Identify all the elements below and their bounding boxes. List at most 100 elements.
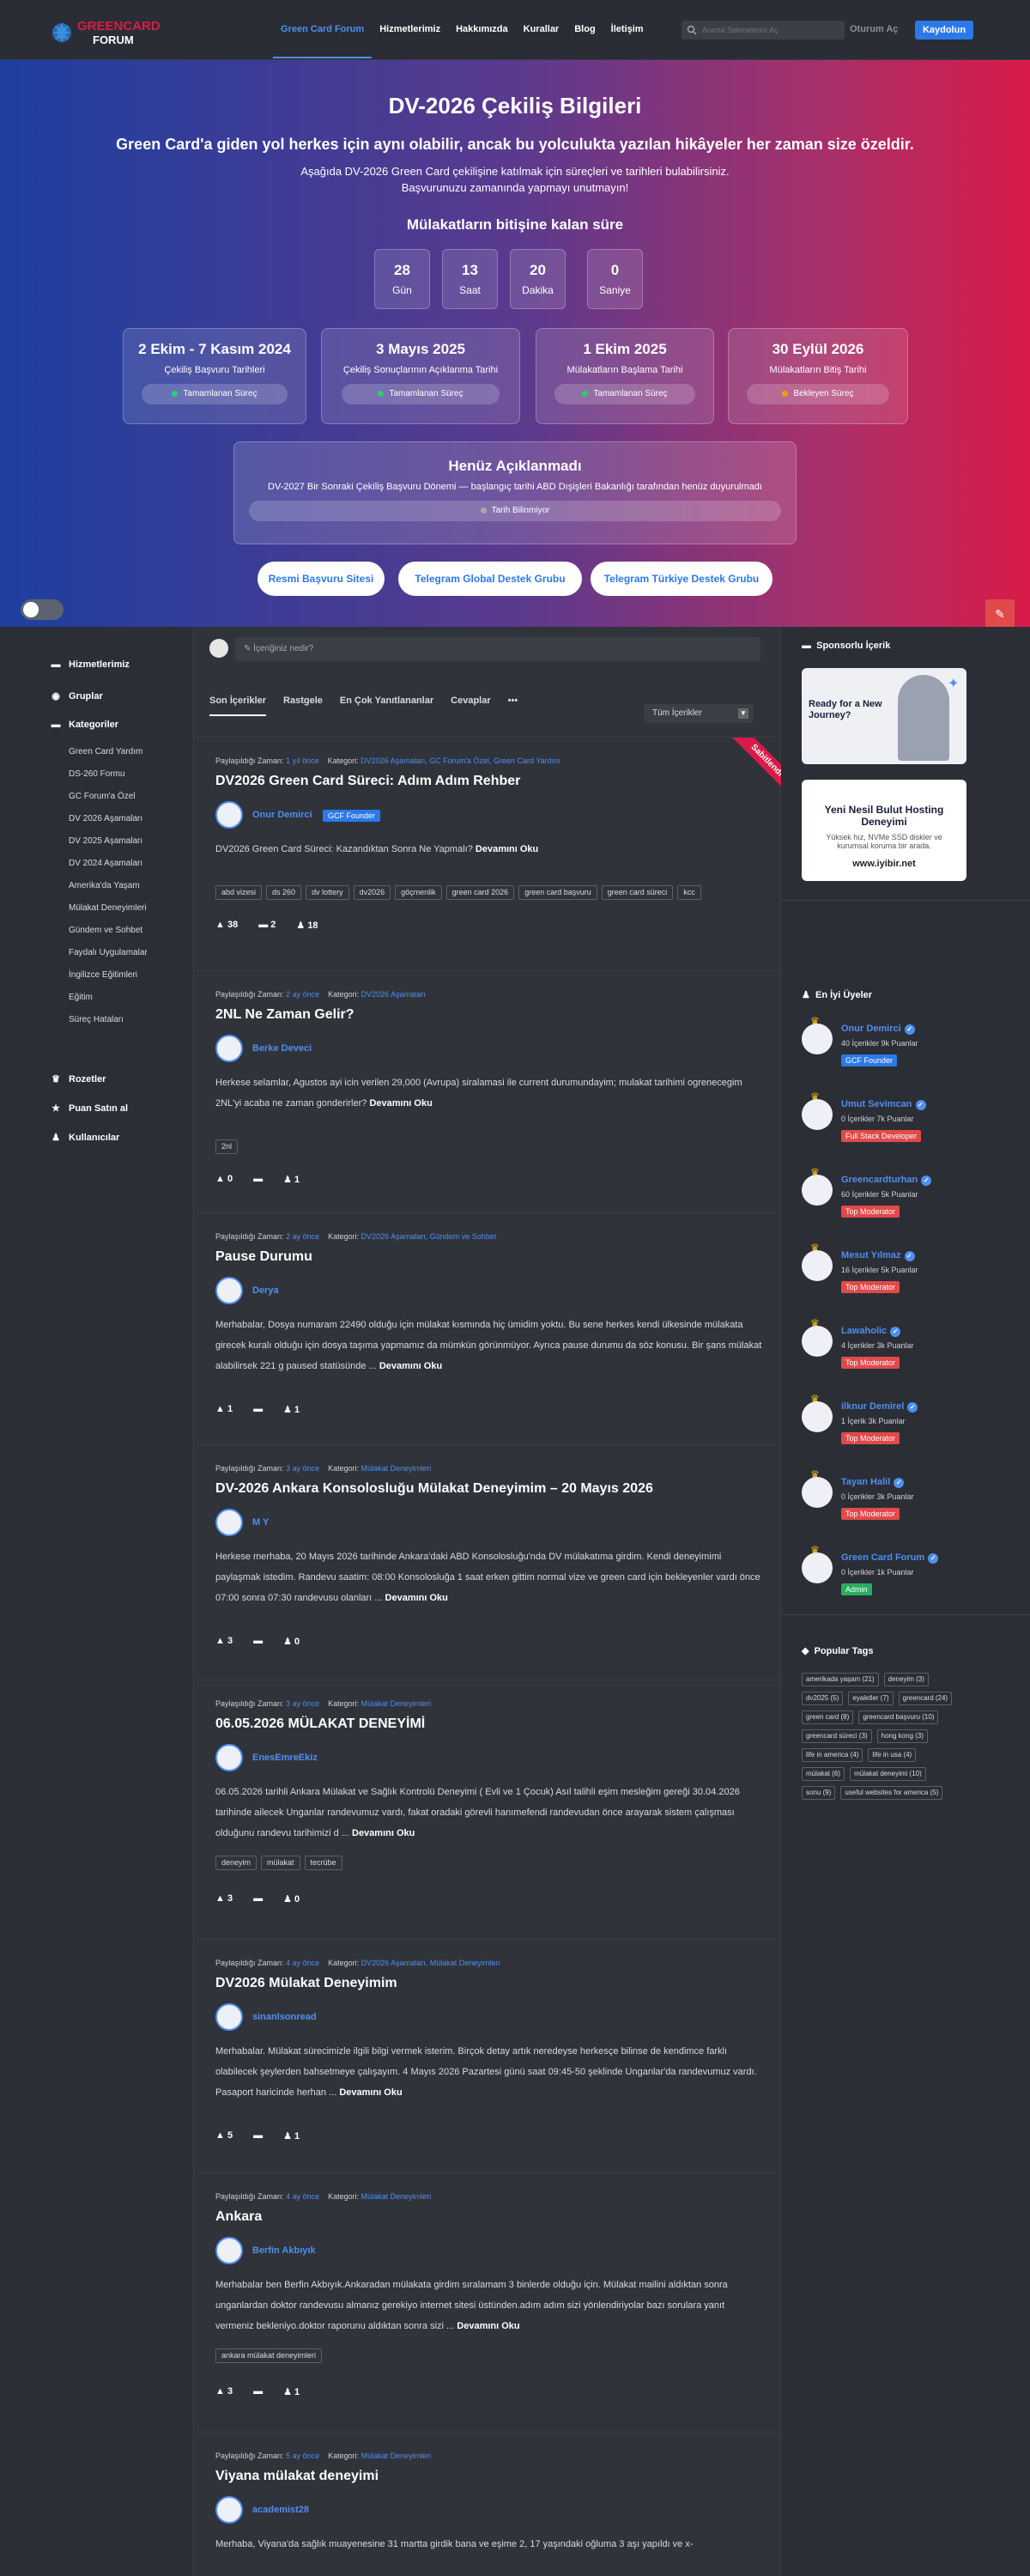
tag[interactable]: ds 260 — [266, 885, 302, 900]
vote-count[interactable]: ▲ 5 — [215, 2130, 233, 2142]
post-author[interactable]: EnesEmreEkiz — [252, 1753, 318, 1763]
post-title[interactable]: 06.05.2026 MÜLAKAT DENEYİMİ — [215, 1716, 425, 1732]
popular-tag[interactable]: greencard (24) — [898, 1692, 953, 1705]
avatar[interactable] — [215, 2003, 243, 2031]
category-green-card-yardim[interactable]: Green Card Yardım — [69, 747, 142, 756]
login-link[interactable]: Oturum Aç — [850, 24, 898, 34]
sponsored-ad-1[interactable]: Ready for a New Journey? ✦ — [802, 668, 966, 764]
vote-count[interactable]: ▲ 3 — [215, 2386, 233, 2397]
menu-gruplar[interactable]: ◉ Gruplar — [50, 690, 103, 702]
tab-more[interactable]: ••• — [508, 696, 518, 716]
read-more-link[interactable]: Devamını Oku — [339, 2087, 402, 2098]
popular-tag[interactable]: eyaletler (7) — [848, 1692, 894, 1705]
telegram-turkey-button[interactable]: Telegram Türkiye Destek Grubu — [591, 562, 772, 596]
menu-hizmetlerimiz[interactable]: ▬ Hizmetlerimiz — [50, 659, 130, 670]
menu-kategoriler[interactable]: ▬ Kategoriler — [50, 720, 119, 730]
tag[interactable]: kcc — [677, 885, 701, 900]
tag[interactable]: tecrübe — [304, 1856, 342, 1870]
avatar[interactable] — [215, 1509, 243, 1536]
popular-tag[interactable]: deneyim (3) — [883, 1673, 929, 1686]
read-more-link[interactable]: Devamını Oku — [352, 1828, 415, 1838]
tag[interactable]: mülakat — [261, 1856, 300, 1870]
tag[interactable]: 2nl — [215, 1139, 239, 1154]
telegram-global-button[interactable]: Telegram Global Destek Grubu — [398, 562, 582, 596]
menu-rozetler[interactable]: ♛ Rozetler — [50, 1073, 106, 1084]
tab-rastgele[interactable]: Rastgele — [283, 696, 323, 716]
popular-tag[interactable]: life in usa (4) — [868, 1748, 917, 1762]
top-user[interactable]: ♛ Greencardturhan ✓ 60 İçerikler 5k Puanlar… — [802, 1166, 1008, 1226]
popular-tag[interactable]: dv2025 (5) — [802, 1692, 844, 1705]
popular-tag[interactable]: green card (8) — [802, 1710, 854, 1724]
content-filter-select[interactable]: Tüm İçerikler ▼ — [644, 704, 754, 723]
read-more-link[interactable]: Devamını Oku — [369, 1098, 432, 1109]
avatar[interactable] — [215, 801, 243, 829]
pencil-icon[interactable]: ✎ — [985, 599, 1015, 629]
post-author[interactable]: Berke Deveci — [252, 1043, 312, 1054]
nav-green-card-forum[interactable]: Green Card Forum — [273, 0, 373, 58]
post-title[interactable]: DV2026 Green Card Süreci: Adım Adım Rehb… — [215, 774, 520, 789]
nav-hakkimizda[interactable]: Hakkımızda — [448, 0, 516, 58]
nav-hizmetlerimiz[interactable]: Hizmetlerimiz — [372, 0, 448, 58]
top-user[interactable]: ♛ ilknur Demirel ✓ 1 İçerik 3k Puanlar Top M… — [802, 1393, 1008, 1453]
top-user[interactable]: ♛ Green Card Forum ✓ 0 İçerikler 1k Puanlar… — [802, 1544, 1008, 1604]
avatar[interactable] — [215, 2496, 243, 2524]
post-author[interactable]: academist28 — [252, 2505, 309, 2515]
nav-iletisim[interactable]: İletişim — [603, 0, 651, 58]
popular-tag[interactable]: mülakat (6) — [802, 1767, 845, 1781]
post-title[interactable]: Ankara — [215, 2209, 262, 2225]
tag[interactable]: dv lottery — [306, 885, 349, 900]
popular-tag[interactable]: greencard başvuru (10) — [858, 1710, 939, 1724]
tag[interactable]: green card 2026 — [445, 885, 515, 900]
tab-son-icerikler[interactable]: Son İçerikler — [209, 696, 267, 716]
post-title[interactable]: 2NL Ne Zaman Gelir? — [215, 1007, 354, 1023]
compose-input[interactable]: ✎ İçeriğiniz nedir? — [235, 637, 760, 661]
menu-kullanicilar[interactable]: ♟ Kullanıcılar — [50, 1132, 119, 1143]
tag[interactable]: deneyim — [215, 1856, 258, 1870]
comment-count[interactable]: ▬ — [253, 1893, 263, 1905]
vote-count[interactable]: ▲ 1 — [215, 1404, 233, 1415]
popular-tag[interactable]: sonu (9) — [802, 1786, 836, 1800]
top-user[interactable]: ♛ Tayan Halil ✓ 0 İçerikler 3k Puanlar Top M… — [802, 1468, 1008, 1528]
top-user[interactable]: ♛ Mesut Yılmaz ✓ 16 İçerikler 5k Puanlar Top… — [802, 1242, 1008, 1302]
post-author[interactable]: Berfin Akbıyık — [252, 2245, 316, 2256]
avatar[interactable] — [215, 2237, 243, 2264]
category-ds-260[interactable]: DS-260 Formu — [69, 769, 125, 779]
post-author[interactable]: Onur Demirci — [252, 810, 312, 820]
search-input[interactable] — [702, 21, 841, 39]
tab-en-cok-yanitlananlar[interactable]: En Çok Yanıtlananlar — [340, 696, 433, 716]
read-more-link[interactable]: Devamını Oku — [379, 1361, 442, 1371]
read-more-link[interactable]: Devamını Oku — [457, 2321, 519, 2331]
comment-count[interactable]: ▬ 2 — [258, 920, 276, 931]
category-faydali[interactable]: Faydalı Uygulamalar — [69, 948, 148, 957]
top-user[interactable]: ♛ Umut Sevimcan ✓ 0 İçerikler 7k Puanlar Ful… — [802, 1091, 1008, 1151]
tag[interactable]: dv2026 — [353, 885, 391, 900]
tag[interactable]: abd vizesi — [215, 885, 263, 900]
tag[interactable]: green card süreci — [601, 885, 674, 900]
comment-count[interactable]: ▬ — [253, 2130, 263, 2142]
menu-puan[interactable]: ★ Puan Satın al — [50, 1103, 128, 1114]
tag[interactable]: göçmenlik — [395, 885, 442, 900]
category-ingilizce[interactable]: İngilizce Eğitimleri — [69, 970, 137, 980]
sponsored-ad-2[interactable]: Yeni Nesil Bulut Hosting Deneyimi Yüksek… — [802, 780, 966, 881]
vote-count[interactable]: ▲ 0 — [215, 1174, 233, 1185]
avatar[interactable] — [215, 1744, 243, 1771]
post-title[interactable]: Pause Durumu — [215, 1249, 312, 1265]
comment-count[interactable]: ▬ — [253, 1404, 263, 1415]
post-author[interactable]: sinanlsonread — [252, 2012, 317, 2022]
post-title[interactable]: DV-2026 Ankara Konsolosluğu Mülakat Dene… — [215, 1481, 653, 1497]
comment-count[interactable]: ▬ — [253, 1636, 263, 1647]
top-user[interactable]: ♛ Lawaholic ✓ 4 İçerikler 3k Puanlar Top Mod… — [802, 1317, 1008, 1377]
tag[interactable]: ankara mülakat deneyimleri — [215, 2348, 323, 2363]
category-dv2024[interactable]: DV 2024 Aşamaları — [69, 859, 142, 868]
vote-count[interactable]: ▲ 3 — [215, 1636, 233, 1647]
popular-tag[interactable]: mülakat deneyimi (10) — [850, 1767, 926, 1781]
post-title[interactable]: Viyana mülakat deneyimi — [215, 2469, 379, 2484]
tab-cevaplar[interactable]: Cevaplar — [451, 696, 490, 716]
nav-kurallar[interactable]: Kurallar — [516, 0, 567, 58]
vote-count[interactable]: ▲ 3 — [215, 1893, 233, 1905]
site-logo[interactable]: GREENCARD FORUM — [50, 15, 179, 50]
popular-tag[interactable]: greencard süreci (3) — [802, 1729, 872, 1743]
ad-url[interactable]: www.iyibir.net — [802, 859, 966, 869]
popular-tag[interactable]: life in america (4) — [802, 1748, 863, 1762]
read-more-link[interactable]: Devamını Oku — [476, 844, 538, 854]
